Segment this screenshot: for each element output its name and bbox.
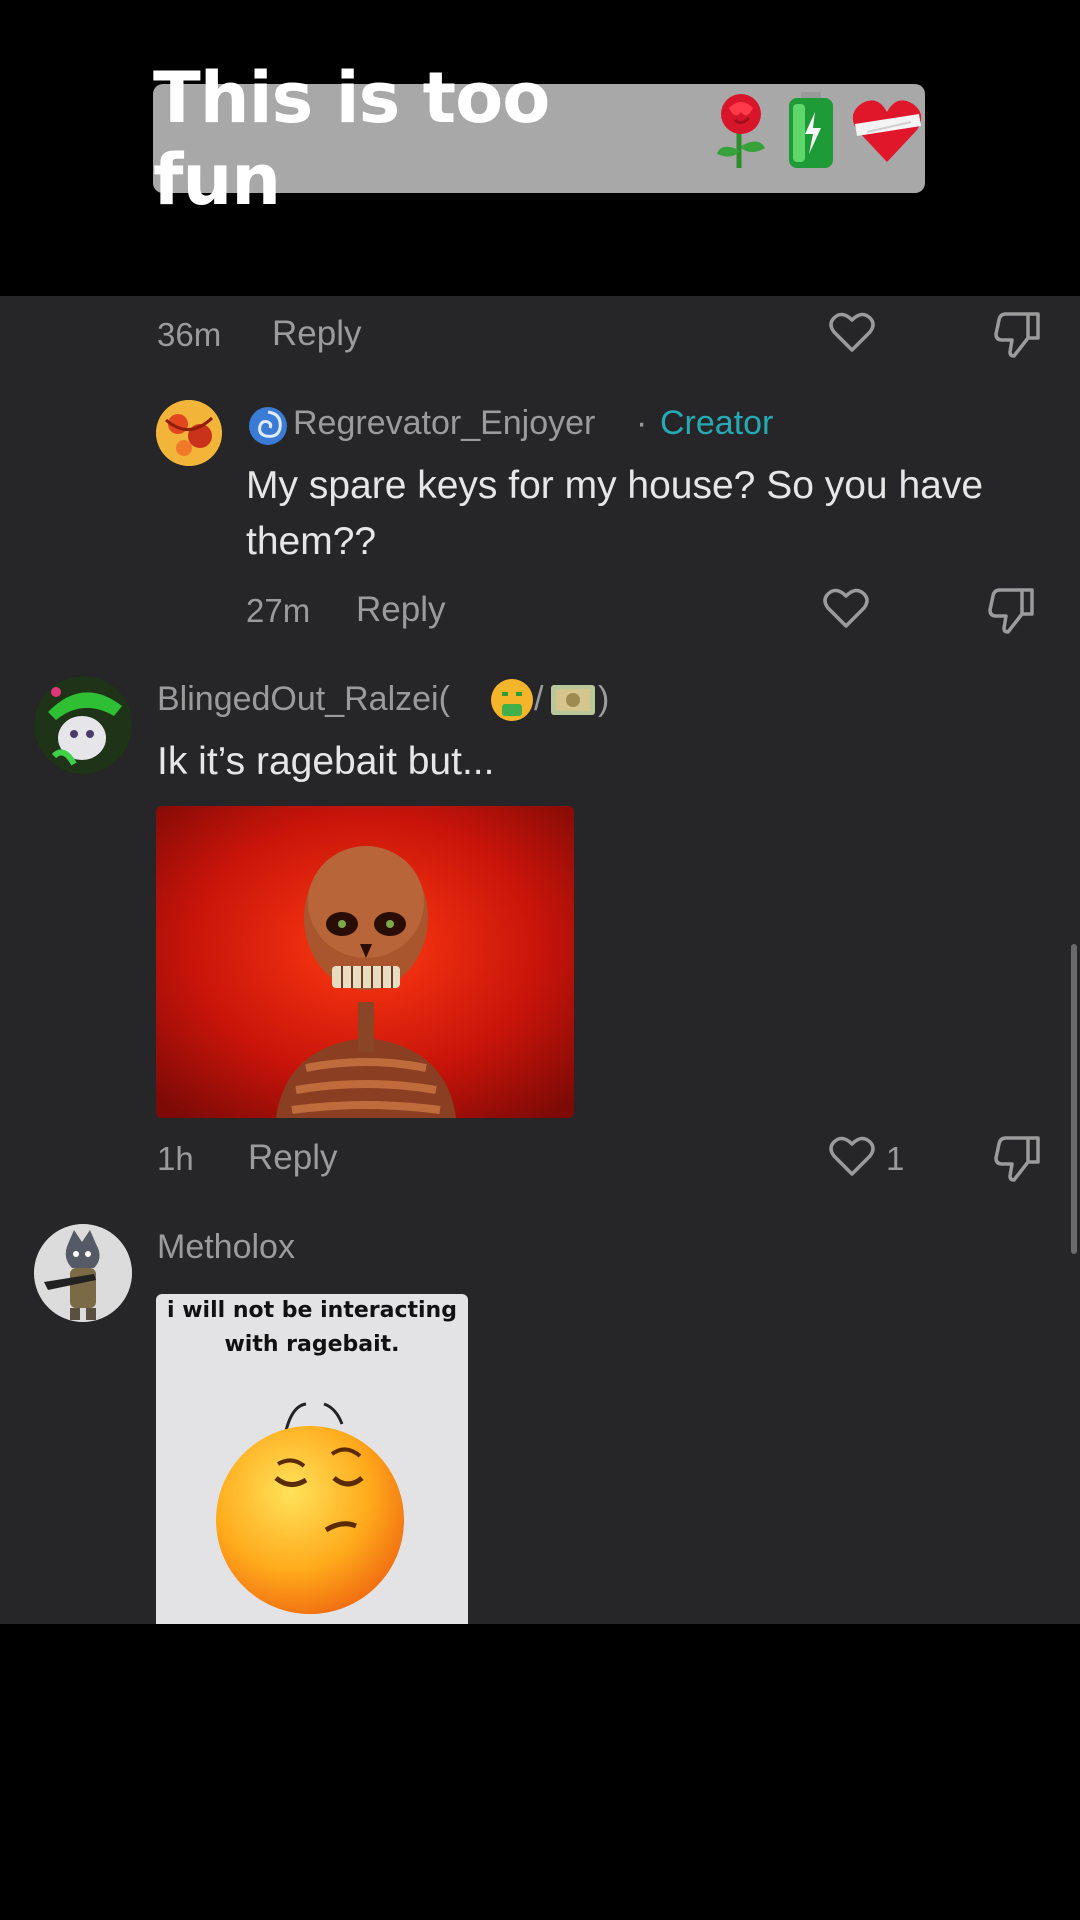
comment-username[interactable]: Metholox [157, 1228, 295, 1267]
top-caption-area: This is too fun [0, 0, 1080, 296]
dislike-thumb-icon[interactable] [994, 1134, 1042, 1187]
username-slash: / [534, 680, 544, 718]
comment-text: Ik it’s ragebait but... [157, 740, 495, 783]
comment-time: 36m [157, 316, 222, 353]
comment-username[interactable]: Regrevator_Enjoyer [293, 404, 595, 443]
caption-text: This is too fun [153, 56, 550, 221]
comments-panel[interactable]: 36m Reply Regrevator_Enjoyer · Creator M… [0, 296, 1080, 1624]
cyclone-emoji [248, 406, 288, 451]
comment-text: My spare keys for my house? So you have … [246, 464, 984, 563]
bandaged-heart-emoji [849, 92, 925, 185]
reply-button[interactable]: Reply [248, 1138, 337, 1178]
scrollbar-thumb[interactable] [1071, 944, 1077, 1254]
rose-emoji [709, 90, 773, 187]
money-mouth-emoji [490, 678, 534, 727]
bottom-black-area [0, 1624, 1080, 1920]
like-heart-icon[interactable] [828, 1134, 876, 1183]
reply-button[interactable]: Reply [356, 590, 445, 630]
red-skeleton-image[interactable] [156, 806, 574, 1118]
dollar-banknote-emoji [550, 682, 596, 723]
unamused-emoji-image[interactable]: i will not be interacting with ragebait. [156, 1294, 468, 1624]
video-caption: This is too fun [153, 57, 925, 221]
battery-emoji [783, 90, 839, 187]
dislike-thumb-icon[interactable] [994, 310, 1042, 363]
avatar-regrevator[interactable] [156, 400, 222, 466]
username-separator: · [636, 404, 648, 442]
comment-time: 1h [157, 1140, 194, 1177]
comment-username[interactable]: BlingedOut_Ralzei( [157, 680, 450, 719]
creator-badge: Creator [660, 404, 774, 442]
dislike-thumb-icon[interactable] [988, 586, 1036, 639]
like-count: 1 [886, 1140, 905, 1177]
reply-button[interactable]: Reply [272, 314, 361, 354]
avatar-blingedout[interactable] [34, 676, 132, 774]
username-close: ) [598, 680, 610, 718]
avatar-metholox[interactable] [34, 1224, 132, 1322]
like-heart-icon[interactable] [822, 586, 870, 635]
comment-time: 27m [246, 592, 311, 629]
like-heart-icon[interactable] [828, 310, 876, 359]
